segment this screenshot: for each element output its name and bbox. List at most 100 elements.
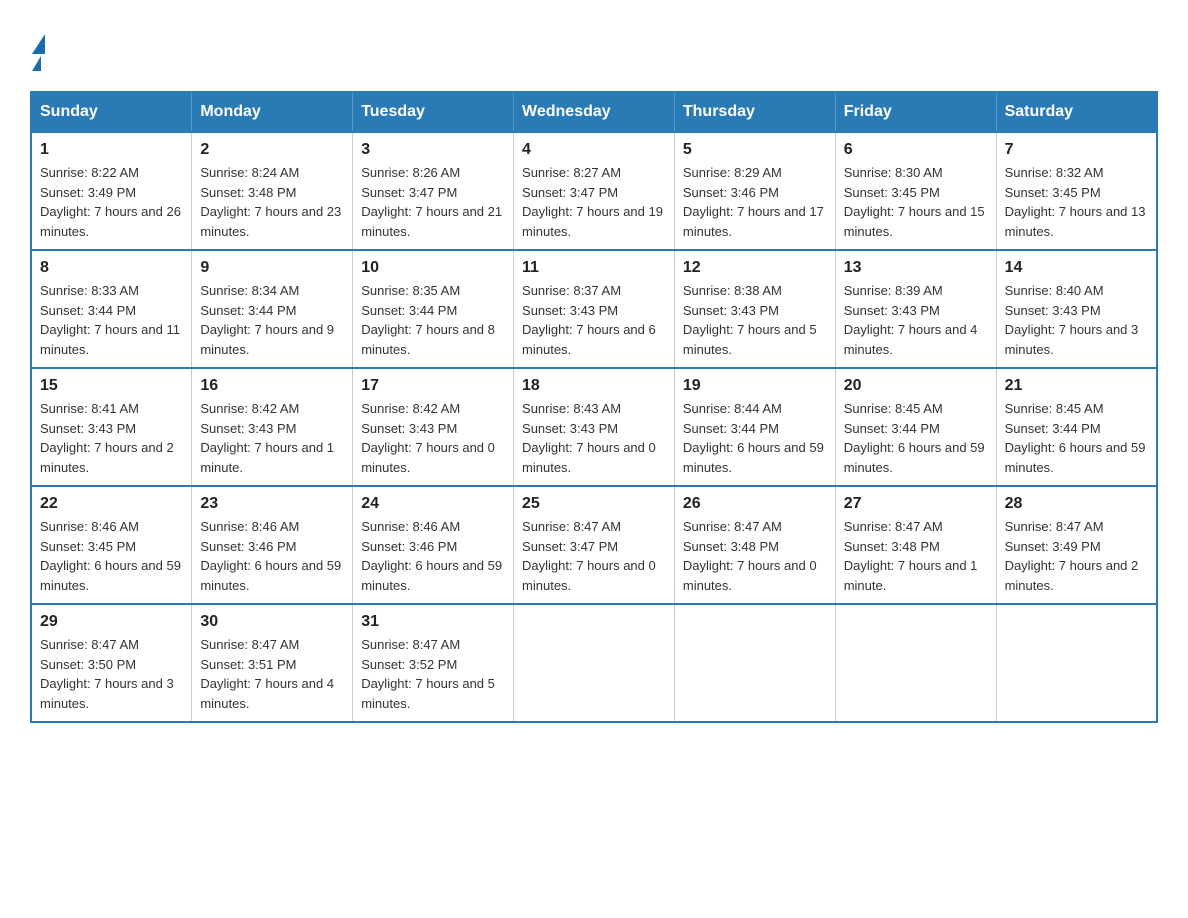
sunrise: Sunrise: 8:47 AM [522,519,621,534]
day-info: Sunrise: 8:47 AM Sunset: 3:51 PM Dayligh… [200,635,344,713]
sunset: Sunset: 3:45 PM [1005,185,1101,200]
calendar-week-3: 15 Sunrise: 8:41 AM Sunset: 3:43 PM Dayl… [31,368,1157,486]
sunrise: Sunrise: 8:33 AM [40,283,139,298]
sunrise: Sunrise: 8:29 AM [683,165,782,180]
day-number: 7 [1005,141,1148,159]
day-number: 27 [844,495,988,513]
calendar-week-5: 29 Sunrise: 8:47 AM Sunset: 3:50 PM Dayl… [31,604,1157,722]
daylight: Daylight: 6 hours and 59 minutes. [361,558,502,593]
calendar-cell: 18 Sunrise: 8:43 AM Sunset: 3:43 PM Dayl… [514,368,675,486]
sunset: Sunset: 3:45 PM [844,185,940,200]
day-info: Sunrise: 8:34 AM Sunset: 3:44 PM Dayligh… [200,281,344,359]
sunset: Sunset: 3:43 PM [40,421,136,436]
day-info: Sunrise: 8:35 AM Sunset: 3:44 PM Dayligh… [361,281,505,359]
calendar-cell: 31 Sunrise: 8:47 AM Sunset: 3:52 PM Dayl… [353,604,514,722]
sunset: Sunset: 3:43 PM [200,421,296,436]
sunrise: Sunrise: 8:27 AM [522,165,621,180]
col-header-thursday: Thursday [674,92,835,132]
sunset: Sunset: 3:45 PM [40,539,136,554]
calendar-cell: 4 Sunrise: 8:27 AM Sunset: 3:47 PM Dayli… [514,132,675,250]
col-header-sunday: Sunday [31,92,192,132]
day-number: 10 [361,259,505,277]
day-number: 1 [40,141,183,159]
calendar-cell: 8 Sunrise: 8:33 AM Sunset: 3:44 PM Dayli… [31,250,192,368]
calendar-cell: 21 Sunrise: 8:45 AM Sunset: 3:44 PM Dayl… [996,368,1157,486]
sunrise: Sunrise: 8:24 AM [200,165,299,180]
day-info: Sunrise: 8:47 AM Sunset: 3:50 PM Dayligh… [40,635,183,713]
calendar-cell: 26 Sunrise: 8:47 AM Sunset: 3:48 PM Dayl… [674,486,835,604]
day-number: 18 [522,377,666,395]
day-info: Sunrise: 8:46 AM Sunset: 3:46 PM Dayligh… [361,517,505,595]
calendar-cell: 3 Sunrise: 8:26 AM Sunset: 3:47 PM Dayli… [353,132,514,250]
sunset: Sunset: 3:44 PM [200,303,296,318]
calendar-table: SundayMondayTuesdayWednesdayThursdayFrid… [30,91,1158,723]
sunrise: Sunrise: 8:26 AM [361,165,460,180]
day-info: Sunrise: 8:29 AM Sunset: 3:46 PM Dayligh… [683,163,827,241]
day-info: Sunrise: 8:38 AM Sunset: 3:43 PM Dayligh… [683,281,827,359]
calendar-cell [835,604,996,722]
daylight: Daylight: 6 hours and 59 minutes. [1005,440,1146,475]
day-info: Sunrise: 8:32 AM Sunset: 3:45 PM Dayligh… [1005,163,1148,241]
day-number: 16 [200,377,344,395]
day-info: Sunrise: 8:30 AM Sunset: 3:45 PM Dayligh… [844,163,988,241]
sunset: Sunset: 3:43 PM [844,303,940,318]
daylight: Daylight: 7 hours and 6 minutes. [522,322,656,357]
day-info: Sunrise: 8:46 AM Sunset: 3:46 PM Dayligh… [200,517,344,595]
daylight: Daylight: 7 hours and 21 minutes. [361,204,502,239]
day-number: 24 [361,495,505,513]
calendar-cell: 16 Sunrise: 8:42 AM Sunset: 3:43 PM Dayl… [192,368,353,486]
daylight: Daylight: 7 hours and 0 minutes. [522,440,656,475]
daylight: Daylight: 7 hours and 4 minutes. [200,676,334,711]
sunset: Sunset: 3:47 PM [522,185,618,200]
calendar-cell: 5 Sunrise: 8:29 AM Sunset: 3:46 PM Dayli… [674,132,835,250]
daylight: Daylight: 7 hours and 5 minutes. [361,676,495,711]
daylight: Daylight: 7 hours and 15 minutes. [844,204,985,239]
sunset: Sunset: 3:43 PM [522,421,618,436]
daylight: Daylight: 6 hours and 59 minutes. [683,440,824,475]
day-info: Sunrise: 8:43 AM Sunset: 3:43 PM Dayligh… [522,399,666,477]
daylight: Daylight: 7 hours and 1 minute. [200,440,334,475]
calendar-cell: 30 Sunrise: 8:47 AM Sunset: 3:51 PM Dayl… [192,604,353,722]
day-info: Sunrise: 8:40 AM Sunset: 3:43 PM Dayligh… [1005,281,1148,359]
daylight: Daylight: 6 hours and 59 minutes. [844,440,985,475]
sunrise: Sunrise: 8:39 AM [844,283,943,298]
day-info: Sunrise: 8:44 AM Sunset: 3:44 PM Dayligh… [683,399,827,477]
calendar-cell: 10 Sunrise: 8:35 AM Sunset: 3:44 PM Dayl… [353,250,514,368]
day-info: Sunrise: 8:37 AM Sunset: 3:43 PM Dayligh… [522,281,666,359]
day-info: Sunrise: 8:24 AM Sunset: 3:48 PM Dayligh… [200,163,344,241]
sunset: Sunset: 3:51 PM [200,657,296,672]
day-number: 17 [361,377,505,395]
day-number: 20 [844,377,988,395]
sunrise: Sunrise: 8:46 AM [361,519,460,534]
sunrise: Sunrise: 8:46 AM [40,519,139,534]
day-info: Sunrise: 8:33 AM Sunset: 3:44 PM Dayligh… [40,281,183,359]
sunset: Sunset: 3:46 PM [361,539,457,554]
calendar-cell: 7 Sunrise: 8:32 AM Sunset: 3:45 PM Dayli… [996,132,1157,250]
day-number: 23 [200,495,344,513]
calendar-header-row: SundayMondayTuesdayWednesdayThursdayFrid… [31,92,1157,132]
sunset: Sunset: 3:44 PM [40,303,136,318]
daylight: Daylight: 7 hours and 0 minutes. [361,440,495,475]
day-number: 5 [683,141,827,159]
col-header-friday: Friday [835,92,996,132]
sunrise: Sunrise: 8:34 AM [200,283,299,298]
day-number: 6 [844,141,988,159]
sunrise: Sunrise: 8:44 AM [683,401,782,416]
sunrise: Sunrise: 8:45 AM [1005,401,1104,416]
sunset: Sunset: 3:52 PM [361,657,457,672]
sunrise: Sunrise: 8:46 AM [200,519,299,534]
sunrise: Sunrise: 8:37 AM [522,283,621,298]
calendar-cell: 22 Sunrise: 8:46 AM Sunset: 3:45 PM Dayl… [31,486,192,604]
day-info: Sunrise: 8:22 AM Sunset: 3:49 PM Dayligh… [40,163,183,241]
sunrise: Sunrise: 8:45 AM [844,401,943,416]
day-info: Sunrise: 8:42 AM Sunset: 3:43 PM Dayligh… [361,399,505,477]
logo-triangle-icon [32,34,45,54]
daylight: Daylight: 7 hours and 11 minutes. [40,322,180,357]
day-info: Sunrise: 8:47 AM Sunset: 3:52 PM Dayligh… [361,635,505,713]
day-info: Sunrise: 8:45 AM Sunset: 3:44 PM Dayligh… [844,399,988,477]
day-number: 31 [361,613,505,631]
day-info: Sunrise: 8:47 AM Sunset: 3:48 PM Dayligh… [844,517,988,595]
daylight: Daylight: 7 hours and 4 minutes. [844,322,978,357]
calendar-cell: 27 Sunrise: 8:47 AM Sunset: 3:48 PM Dayl… [835,486,996,604]
day-number: 26 [683,495,827,513]
